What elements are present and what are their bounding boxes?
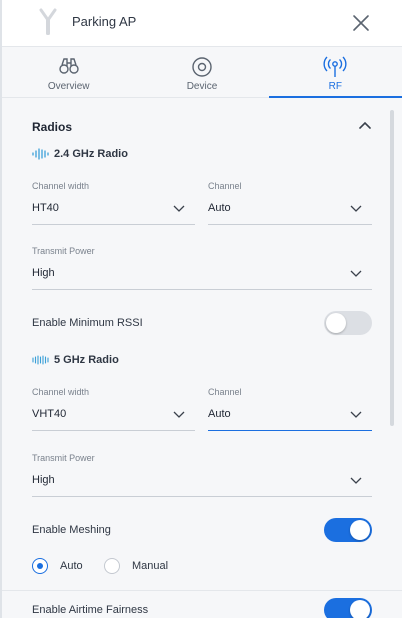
field-label: Channel (208, 181, 242, 191)
chevron-down-icon (350, 205, 362, 212)
section-divider (2, 590, 402, 591)
radio-circle (104, 558, 120, 574)
chevron-down-icon (350, 477, 362, 484)
radio-circle (32, 558, 48, 574)
radio-label: Auto (60, 560, 83, 572)
tab-rf-label: RF (328, 81, 342, 92)
field-value: High (32, 474, 55, 486)
radio5-channel-select[interactable]: Channel Auto (208, 387, 372, 431)
airtime-fairness-label: Enable Airtime Fairness (32, 604, 149, 616)
radio-5-header: 5 GHz Radio (32, 354, 119, 366)
antenna-icon (323, 56, 347, 77)
min-rssi-toggle[interactable] (324, 311, 372, 335)
close-icon[interactable] (350, 12, 372, 34)
tab-overview-label: Overview (47, 81, 90, 92)
radio-24-title: 2.4 GHz Radio (54, 148, 128, 160)
radio5-transmit-power-select[interactable]: Transmit Power High (32, 453, 372, 497)
field-value: VHT40 (32, 408, 67, 420)
disc-icon (192, 57, 212, 77)
radio24-channel-select[interactable]: Channel Auto (208, 181, 372, 225)
section-title-radios: Radios (32, 120, 73, 134)
toggle-knob (326, 313, 346, 333)
scrollbar[interactable] (390, 110, 394, 426)
tab-device-label: Device (186, 81, 218, 92)
field-label: Channel (208, 387, 242, 397)
field-label: Transmit Power (32, 453, 95, 463)
airtime-fairness-toggle[interactable] (324, 598, 372, 618)
field-label: Channel width (32, 181, 90, 191)
meshing-row: Enable Meshing (32, 518, 372, 542)
radio-24-header: 2.4 GHz Radio (32, 148, 128, 160)
radio5-channel-width-select[interactable]: Channel width VHT40 (32, 387, 195, 431)
chevron-up-icon[interactable] (358, 120, 372, 130)
radio-label: Manual (132, 560, 169, 572)
tab-device[interactable]: Device (135, 47, 268, 97)
tab-overview[interactable]: Overview (2, 47, 135, 97)
meshing-toggle[interactable] (324, 518, 372, 542)
rf-settings-panel: Radios 2.4 GHz Radio Channel width HT40 … (2, 98, 402, 618)
field-value: HT40 (32, 202, 59, 214)
access-point-icon (39, 8, 57, 35)
toggle-knob (350, 600, 370, 618)
tab-rf[interactable]: RF (268, 47, 402, 98)
field-label: Channel width (32, 387, 90, 397)
radio24-transmit-power-select[interactable]: Transmit Power High (32, 246, 372, 290)
min-rssi-label: Enable Minimum RSSI (32, 317, 143, 329)
toggle-knob (350, 520, 370, 540)
min-rssi-row: Enable Minimum RSSI (32, 311, 372, 335)
radio24-channel-width-select[interactable]: Channel width HT40 (32, 181, 195, 225)
signal-wave-icon (32, 148, 49, 160)
chevron-down-icon (350, 411, 362, 418)
meshing-label: Enable Meshing (32, 524, 111, 536)
meshing-manual-radio[interactable]: Manual (104, 558, 168, 574)
field-value: Auto (208, 202, 231, 214)
binoculars-icon (58, 58, 79, 74)
signal-wave-icon (32, 355, 49, 365)
field-label: Transmit Power (32, 246, 95, 256)
chevron-down-icon (173, 411, 185, 418)
device-title: Parking AP (72, 14, 137, 29)
meshing-auto-radio[interactable]: Auto (32, 558, 83, 574)
radio-5-title: 5 GHz Radio (54, 354, 119, 366)
tab-bar: Overview Device RF (2, 46, 402, 98)
airtime-fairness-row: Enable Airtime Fairness (32, 598, 372, 618)
field-value: High (32, 267, 55, 279)
field-value: Auto (208, 408, 231, 420)
chevron-down-icon (350, 270, 362, 277)
chevron-down-icon (173, 205, 185, 212)
panel-header: Parking AP (2, 0, 402, 46)
